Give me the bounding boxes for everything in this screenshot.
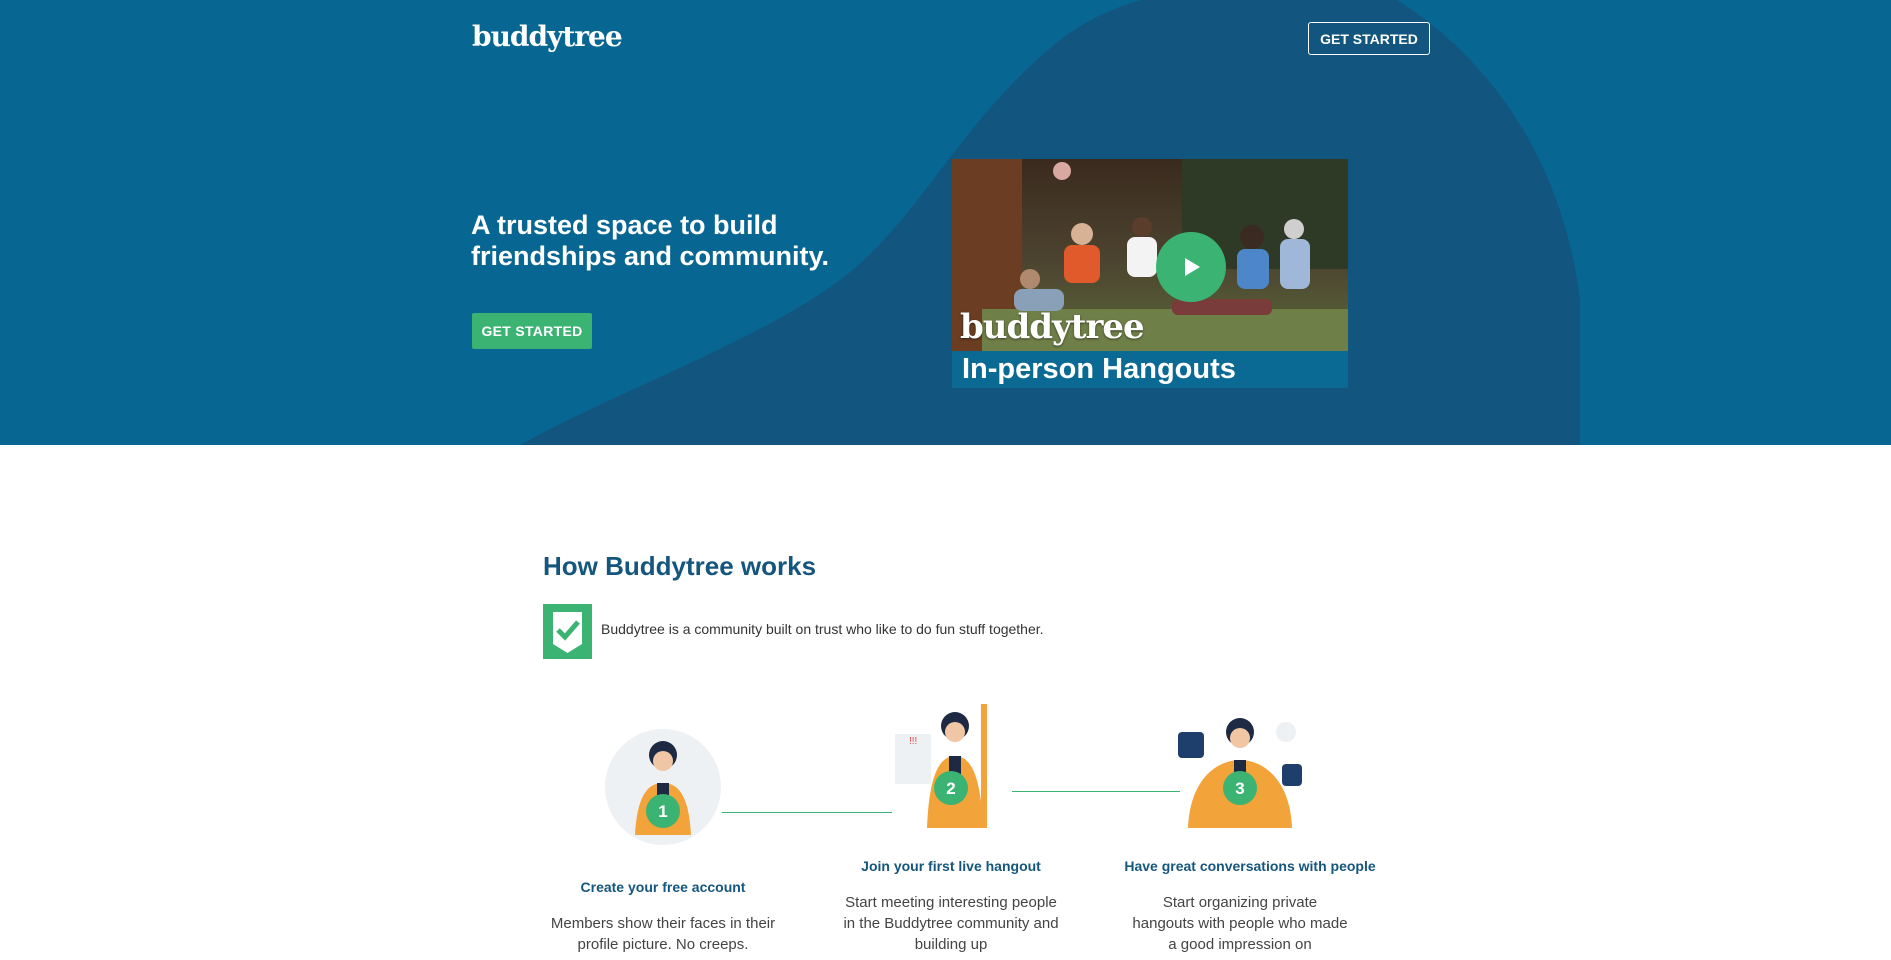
hero-background-shape: [520, 0, 1580, 445]
logo[interactable]: buddytree: [472, 20, 623, 53]
step-2-number: 2: [946, 779, 955, 798]
shield-check-icon: [543, 604, 592, 659]
step-2-text: Start meeting interesting people in the …: [843, 894, 1059, 953]
step-3-illustration: 3: [1178, 718, 1302, 828]
hero-get-started-button[interactable]: GET STARTED: [472, 313, 592, 349]
video-player[interactable]: buddytree In-person Hangouts: [952, 159, 1348, 388]
step-2-title: Join your first live hangout: [861, 858, 1041, 874]
hero-title: A trusted space to build friendships and…: [471, 210, 830, 271]
step-3-number: 3: [1235, 779, 1244, 798]
header-get-started-button[interactable]: GET STARTED: [1308, 22, 1430, 55]
step-connector-2: [1012, 791, 1180, 792]
step-3-title: Have great conversations with people: [1124, 858, 1376, 874]
step-1-number: 1: [658, 802, 667, 821]
step-1-title: Create your free account: [580, 879, 746, 895]
trust-description: Buddytree is a community built on trust …: [601, 621, 1044, 637]
step-connector-1: [722, 812, 892, 813]
step-2-illustration: !!! 2: [895, 704, 987, 828]
step-3-text: Start organizing private hangouts with p…: [1132, 894, 1348, 953]
step-1-text: Members show their faces in their profil…: [550, 915, 776, 953]
video-caption: In-person Hangouts: [952, 351, 1348, 388]
video-brand: buddytree: [960, 307, 1145, 347]
svg-text:!!!: !!!: [909, 736, 917, 747]
play-button[interactable]: [1156, 232, 1226, 302]
play-icon: [1185, 258, 1200, 276]
how-section-title: How Buddytree works: [543, 551, 817, 581]
step-1-illustration: 1: [605, 729, 721, 845]
hero-section: buddytree GET STARTED A trusted space to…: [0, 0, 1891, 445]
